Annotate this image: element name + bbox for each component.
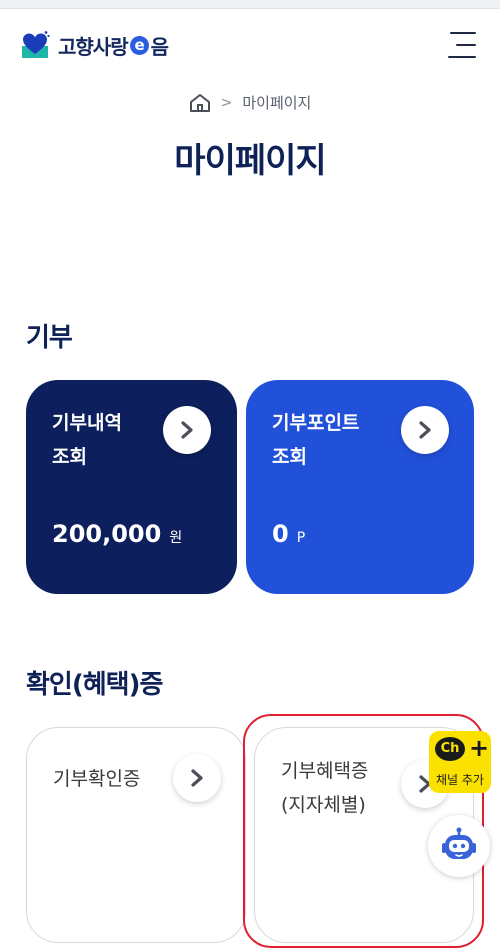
breadcrumb-current[interactable]: 마이페이지 [242, 92, 311, 113]
donation-history-amount: 200,000 [52, 520, 162, 548]
hamburger-menu-icon[interactable] [444, 28, 478, 62]
donation-history-card[interactable]: 기부내역 조회 200,000 원 [26, 380, 237, 594]
donation-history-unit: 원 [169, 530, 183, 546]
donation-points-card[interactable]: 기부포인트 조회 0 P [246, 380, 474, 594]
donation-section-title: 기부 [26, 323, 73, 353]
plus-icon: + [469, 734, 490, 762]
donation-points-amount: 0 [272, 520, 289, 548]
donation-points-label: 기부포인트 조회 [272, 412, 360, 468]
logo-text: 고향사랑 e 음 [58, 31, 169, 60]
breadcrumb-separator: > [220, 94, 233, 111]
donation-benefit-label: 기부혜택증 (지자체별) [281, 760, 369, 816]
chatbot-button[interactable] [428, 815, 490, 877]
browser-top-strip [0, 0, 500, 9]
logo-e-mark: e [129, 35, 149, 55]
breadcrumb: > 마이페이지 [0, 92, 500, 113]
donation-history-arrow-button[interactable] [163, 406, 211, 454]
donation-confirmation-arrow-button[interactable] [173, 754, 221, 802]
donation-points-value-row: 0 P [272, 520, 305, 548]
page-title: 마이페이지 [174, 141, 326, 181]
home-icon[interactable] [189, 93, 211, 113]
donation-points-unit: P [296, 530, 306, 546]
donation-confirmation-label: 기부확인증 [53, 768, 141, 790]
donation-history-label: 기부내역 조회 [52, 412, 122, 468]
chevron-right-icon [191, 769, 203, 787]
site-logo[interactable]: 고향사랑 e 음 [20, 30, 169, 60]
kakao-channel-add-button[interactable]: Ch + 채널 추가 [429, 731, 491, 793]
kakao-channel-label: 채널 추가 [436, 773, 484, 787]
logo-text-part2: 음 [150, 34, 169, 59]
donation-points-arrow-button[interactable] [401, 406, 449, 454]
donation-history-value-row: 200,000 원 [52, 520, 182, 548]
robot-icon [442, 827, 476, 859]
kakao-channel-icon: Ch [435, 737, 465, 761]
donation-confirmation-card[interactable]: 기부확인증 [26, 727, 246, 943]
menu-line [456, 44, 476, 46]
menu-line [448, 56, 476, 58]
chevron-right-icon [181, 421, 193, 439]
certificates-section-title: 확인(혜택)증 [26, 670, 163, 700]
menu-line [450, 32, 476, 34]
chevron-right-icon [419, 421, 431, 439]
logo-text-part1: 고향사랑 [58, 34, 129, 59]
heart-logo-icon [22, 31, 50, 58]
